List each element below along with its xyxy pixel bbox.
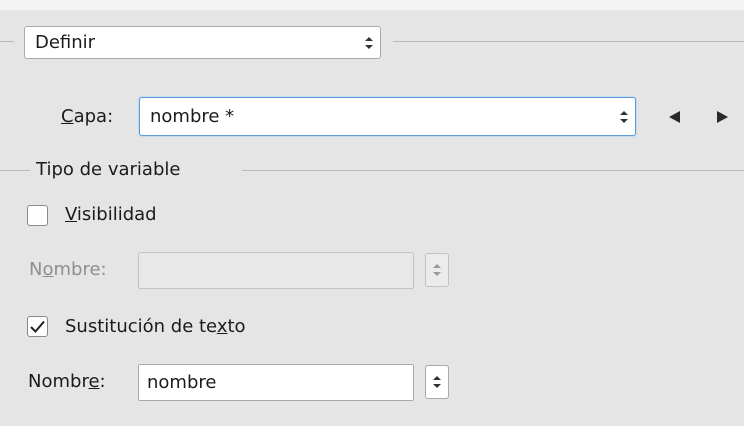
text-replacement-name-label-mnemonic: e [88,371,100,392]
visibility-name-label-post: mbre: [53,259,107,280]
mode-select-value: Definir [35,31,96,53]
next-layer-button[interactable] [712,107,732,127]
layer-label-mnemonic: C [61,106,74,127]
text-replacement-label-pre: Sustitución de te [65,316,217,337]
text-replacement-name-field[interactable]: nombre [138,364,414,401]
text-replacement-name-value: nombre [147,372,217,393]
variable-type-title: Tipo de variable [30,161,187,179]
visibility-name-label-mnemonic: o [42,259,54,280]
layer-label-rest: apa: [73,106,114,127]
group-divider-left [0,170,30,171]
variables-panel: Definir Capa: nombre * Tipo de variable … [0,0,744,426]
panel-top-strip [0,0,744,10]
text-replacement-name-label-pre: Nombr [28,371,89,392]
layer-label: Capa: [61,108,113,126]
updown-arrows-icon [613,106,635,128]
layer-select-value: nombre * [150,105,235,127]
visibility-label-rest: isibilidad [76,204,157,225]
triangle-left-icon [668,111,680,123]
text-replacement-label-mnemonic: x [216,316,228,337]
text-replacement-name-stepper[interactable] [425,365,449,399]
visibility-name-label-pre: N [29,259,43,280]
visibility-label-mnemonic: V [65,204,77,225]
text-replacement-label[interactable]: Sustitución de texto [65,318,246,336]
divider-top-right [393,41,744,42]
updown-arrows-icon [433,264,441,276]
layer-select[interactable]: nombre * [139,97,636,136]
triangle-right-icon [716,111,728,123]
updown-arrows-icon [358,32,380,54]
text-replacement-checkbox[interactable] [27,316,48,337]
visibility-name-field[interactable] [138,252,414,289]
previous-layer-button[interactable] [664,107,684,127]
visibility-name-label: Nombre: [29,261,107,279]
visibility-label[interactable]: Visibilidad [65,206,157,224]
visibility-checkbox[interactable] [27,205,48,226]
divider-left-stub [0,41,14,42]
checkmark-icon [30,320,45,333]
text-replacement-name-label: Nombre: [28,373,106,391]
visibility-name-stepper[interactable] [425,253,449,287]
text-replacement-label-post: to [227,316,246,337]
mode-select[interactable]: Definir [24,26,381,59]
group-divider-right [242,170,744,171]
updown-arrows-icon [433,376,441,388]
text-replacement-name-label-post: : [99,371,106,392]
